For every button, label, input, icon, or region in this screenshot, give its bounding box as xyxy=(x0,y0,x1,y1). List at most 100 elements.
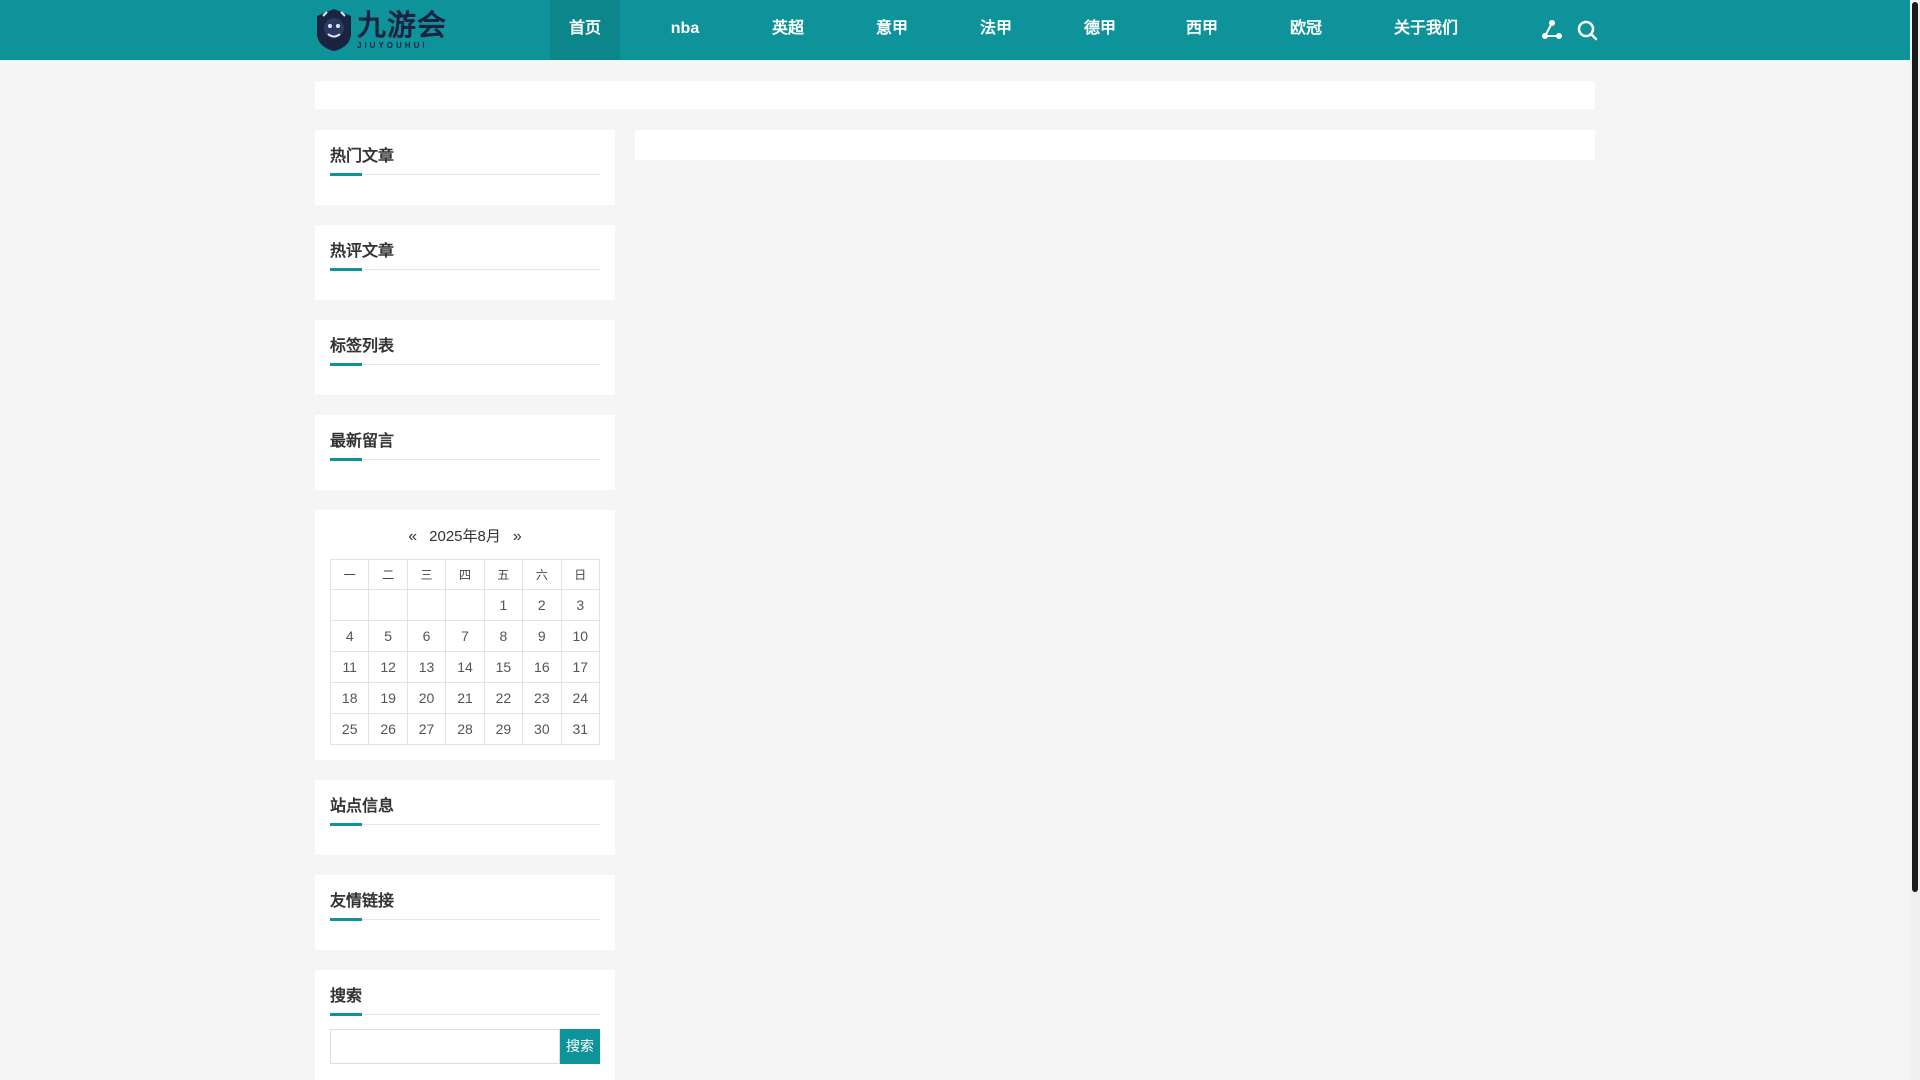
calendar-day-cell xyxy=(445,589,485,621)
widget-title: 搜索 xyxy=(330,988,363,1005)
main-content-box xyxy=(635,130,1595,160)
widget-divider xyxy=(330,269,600,270)
calendar-day-cell: 7 xyxy=(445,620,485,652)
widget-title: 热评文章 xyxy=(330,243,395,260)
calendar-header: « 2025年8月 » xyxy=(315,525,615,546)
weekday-header: 二 xyxy=(368,559,408,590)
widget-search: 搜索 搜索 xyxy=(315,970,615,1080)
calendar-day-cell: 19 xyxy=(368,682,408,714)
calendar-day-cell: 15 xyxy=(483,651,524,683)
calendar-next-month-link[interactable]: » xyxy=(513,528,522,545)
widget-title: 最新留言 xyxy=(330,433,395,450)
top-banner-box xyxy=(315,81,1595,109)
calendar-day-cell: 22 xyxy=(483,682,524,714)
widget-divider xyxy=(330,364,600,365)
calendar-day-cell: 18 xyxy=(329,682,370,714)
logo-text: 九游会 xyxy=(357,7,448,42)
calendar-day-cell: 1 xyxy=(483,589,524,621)
calendar-day-cell: 27 xyxy=(406,713,447,745)
calendar-week-row: 11 12 13 14 15 16 17 xyxy=(329,651,601,683)
calendar-day-cell: 14 xyxy=(445,651,485,683)
widget-divider xyxy=(330,459,600,460)
widget-divider xyxy=(330,1014,600,1015)
share-network-icon[interactable] xyxy=(1540,18,1564,42)
calendar-week-row: 18 19 20 21 22 23 24 xyxy=(329,682,601,714)
calendar-day-cell: 29 xyxy=(483,713,524,745)
nav-item-about-us[interactable]: 关于我们 xyxy=(1384,0,1468,60)
widget-hot-comments: 热评文章 xyxy=(315,225,615,300)
widget-title-underline xyxy=(330,458,362,461)
calendar-day-cell: 26 xyxy=(368,713,408,745)
calendar-weekday-row: 一 二 三 四 五 六 日 xyxy=(329,559,601,590)
calendar-day-cell: 25 xyxy=(329,713,370,745)
weekday-header: 三 xyxy=(406,559,447,590)
nav-item-serie-a[interactable]: 意甲 xyxy=(860,0,924,60)
widget-title: 标签列表 xyxy=(330,338,395,355)
widget-divider xyxy=(330,174,600,175)
calendar-prev-month-link[interactable]: « xyxy=(408,528,417,545)
calendar-day-cell: 8 xyxy=(483,620,524,652)
widget-title-underline xyxy=(330,363,362,366)
calendar-day-cell: 17 xyxy=(560,651,601,683)
widget-title-underline xyxy=(330,173,362,176)
search-icon[interactable] xyxy=(1575,18,1599,42)
calendar-table: 一 二 三 四 五 六 日 1 2 3 4 5 6 7 8 9 10 11 12… xyxy=(329,559,601,745)
top-navigation-bar: 九游会 JIUYOUHUI 首页 nba 英超 意甲 法甲 德甲 西甲 欧冠 关… xyxy=(0,0,1910,60)
weekday-header: 四 xyxy=(445,559,485,590)
widget-calendar: « 2025年8月 » 一 二 三 四 五 六 日 1 2 3 4 5 6 7 8 … xyxy=(315,510,615,760)
calendar-day-cell: 20 xyxy=(406,682,447,714)
nav-item-home[interactable]: 首页 xyxy=(550,0,620,60)
nav-item-premier-league[interactable]: 英超 xyxy=(756,0,820,60)
weekday-header: 日 xyxy=(560,559,601,590)
calendar-day-cell: 10 xyxy=(560,620,601,652)
calendar-day-cell: 6 xyxy=(406,620,447,652)
calendar-day-cell: 12 xyxy=(368,651,408,683)
widget-hot-articles: 热门文章 xyxy=(315,130,615,205)
widget-title: 热门文章 xyxy=(330,148,395,165)
sidebar-search-input[interactable] xyxy=(330,1029,560,1064)
weekday-header: 一 xyxy=(329,559,370,590)
nav-item-nba[interactable]: nba xyxy=(654,0,716,60)
widget-latest-messages: 最新留言 xyxy=(315,415,615,490)
calendar-day-cell: 24 xyxy=(560,682,601,714)
widget-friend-links: 友情链接 xyxy=(315,875,615,950)
page-scrollbar-thumb[interactable] xyxy=(1912,2,1918,892)
weekday-header: 六 xyxy=(522,559,562,590)
calendar-month-title[interactable]: 2025年8月 xyxy=(429,528,501,545)
widget-title-underline xyxy=(330,823,362,826)
logo-badge-icon xyxy=(315,8,353,52)
calendar-day-cell: 21 xyxy=(445,682,485,714)
nav-item-bundesliga[interactable]: 德甲 xyxy=(1068,0,1132,60)
calendar-week-row: 4 5 6 7 8 9 10 xyxy=(329,620,601,652)
calendar-day-cell: 30 xyxy=(522,713,562,745)
calendar-day-cell: 2 xyxy=(522,589,562,621)
widget-title: 友情链接 xyxy=(330,893,395,910)
calendar-day-cell: 5 xyxy=(368,620,408,652)
calendar-day-cell: 3 xyxy=(560,589,601,621)
calendar-day-cell xyxy=(368,589,408,621)
calendar-week-row: 25 26 27 28 29 30 31 xyxy=(329,713,601,745)
widget-title-underline xyxy=(330,918,362,921)
widget-title: 站点信息 xyxy=(330,798,395,815)
calendar-day-cell: 23 xyxy=(522,682,562,714)
nav-item-la-liga[interactable]: 西甲 xyxy=(1170,0,1234,60)
calendar-day-cell: 4 xyxy=(329,620,370,652)
calendar-day-cell: 11 xyxy=(329,651,370,683)
widget-divider xyxy=(330,824,600,825)
site-logo[interactable]: 九游会 JIUYOUHUI xyxy=(315,6,447,54)
sidebar-search-button[interactable]: 搜索 xyxy=(560,1029,600,1064)
widget-site-info: 站点信息 xyxy=(315,780,615,855)
weekday-header: 五 xyxy=(483,559,524,590)
widget-title-underline xyxy=(330,268,362,271)
calendar-day-cell: 9 xyxy=(522,620,562,652)
calendar-day-cell xyxy=(329,589,370,621)
calendar-day-cell: 31 xyxy=(560,713,601,745)
nav-item-champions-league[interactable]: 欧冠 xyxy=(1274,0,1338,60)
calendar-day-cell: 13 xyxy=(406,651,447,683)
calendar-day-cell xyxy=(406,589,447,621)
nav-item-ligue-1[interactable]: 法甲 xyxy=(964,0,1028,60)
calendar-day-cell: 28 xyxy=(445,713,485,745)
widget-title-underline xyxy=(330,1013,362,1016)
widget-tag-list: 标签列表 xyxy=(315,320,615,395)
widget-divider xyxy=(330,919,600,920)
